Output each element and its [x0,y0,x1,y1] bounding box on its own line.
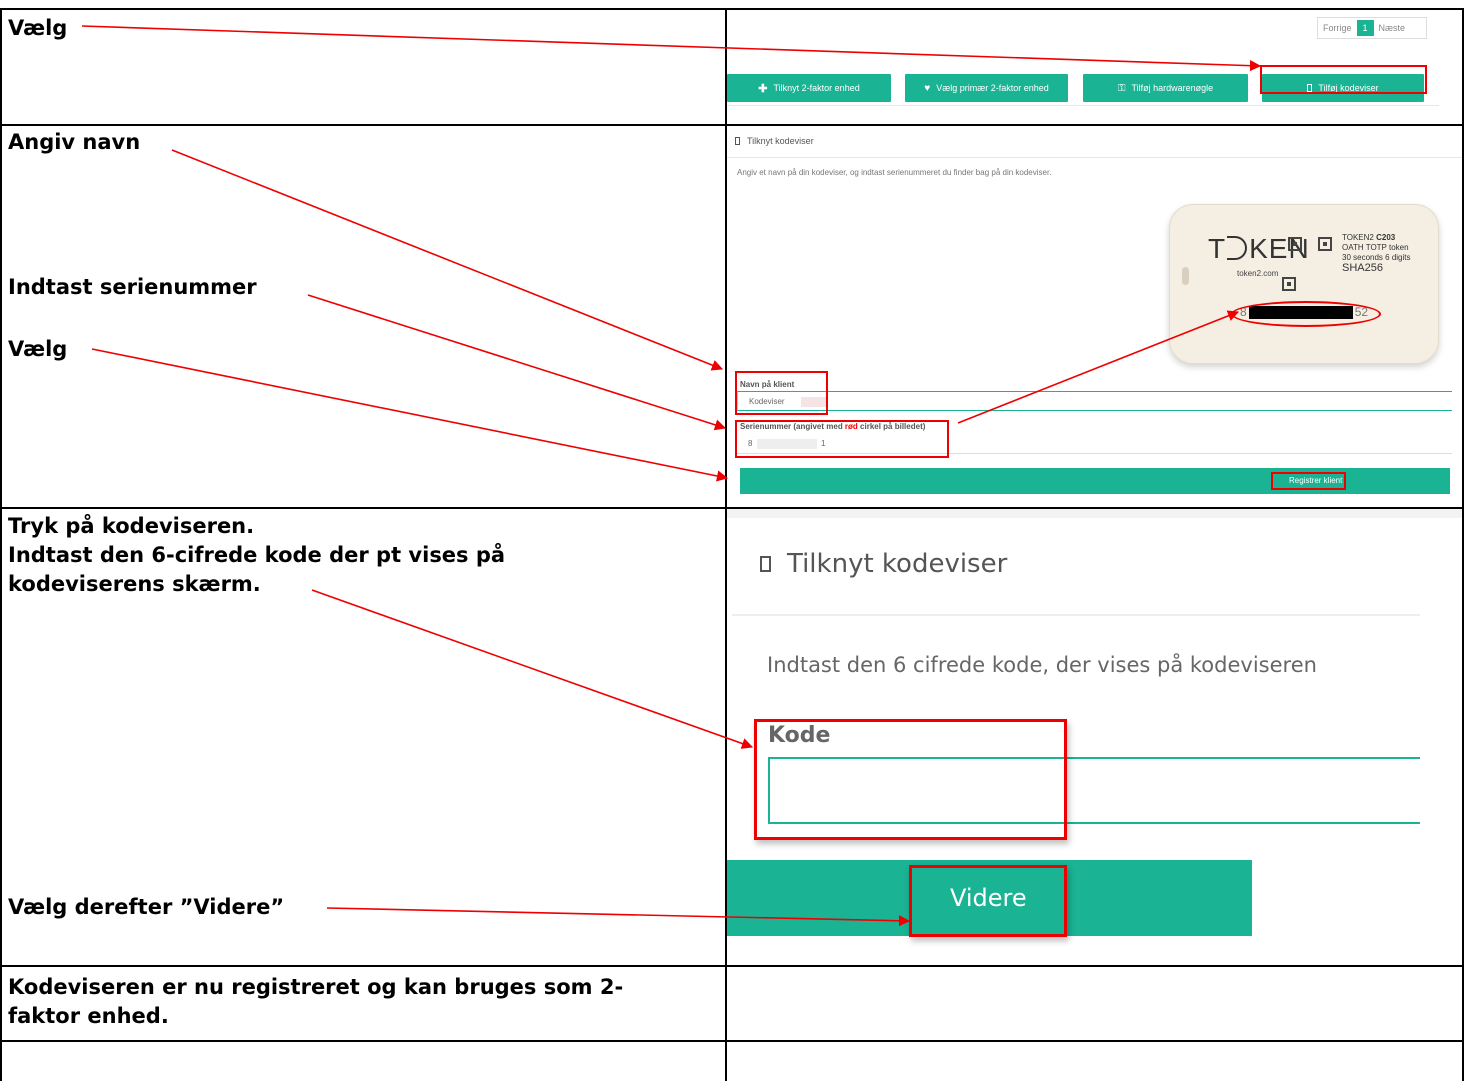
instruction-step4-done: Kodeviseren er nu registreret og kan bru… [8,975,624,999]
table-border-right [1462,8,1464,1081]
step1-screenshot: Forrige 1 Næste ✚ Tilknyt 2-faktor enhed… [727,10,1462,124]
highlight-add-token-button [1260,65,1427,94]
highlight-name-field [735,371,828,415]
arrow-serial-to-serial-field [307,294,727,431]
token-button-1 [1288,237,1302,251]
header-divider [727,157,1462,158]
step3-screenshot: Tilknyt kodeviser Indtast den 6 cifrede … [727,509,1462,965]
token-device-image: T KEN token2.com TOKEN2 C203 OATH TOTP to… [1169,204,1439,364]
step3-instruction: Indtast den 6 cifrede kode, der vises på… [767,653,1317,677]
highlight-register-button [1271,472,1346,490]
instruction-step2-serial: Indtast serienummer [8,275,257,299]
row-divider [0,965,1464,967]
key-icon: ⚿ [1117,82,1126,94]
pagination-prev[interactable]: Forrige [1318,23,1357,33]
plus-icon: ✚ [758,82,768,95]
instruction-step4-done-cont: faktor enhed. [8,1004,169,1028]
table-border-left [0,8,2,1081]
step2-description: Angiv et navn på din kodeviser, og indta… [737,168,1052,177]
step3-top-fade [727,509,1462,518]
token-clip-slot [1182,267,1189,285]
device-icon [760,556,771,572]
add-hardware-key-button[interactable]: ⚿ Tilføj hardwarenøgle [1083,74,1248,102]
step2-header: Tilknyt kodeviser [735,136,814,146]
instruction-step3-continue: Vælg derefter ”Videre” [8,895,285,919]
highlight-continue-button [909,865,1067,937]
pagination-next[interactable]: Næste [1374,23,1411,33]
instruction-step1-choose: Vælg [8,16,68,40]
token-button-3 [1282,277,1296,291]
arrow-choose-to-register-button [91,348,729,482]
arrow-code-to-code-field [311,589,754,749]
panel-divider [727,105,1439,106]
pagination-current-page[interactable]: 1 [1356,20,1374,36]
highlight-code-field [754,719,1067,840]
device-icon [735,137,740,145]
instruction-step3-enter-code-cont: kodeviserens skærm. [8,572,261,596]
token-button-2 [1318,237,1332,251]
pagination: Forrige 1 Næste [1317,17,1427,39]
token-specs: TOKEN2 C203 OATH TOTP token 30 seconds 6… [1342,233,1411,274]
instruction-step2-choose: Vælg [8,337,68,361]
arrow-name-to-name-field [171,149,724,371]
step3-header: Tilknyt kodeviser [760,549,1007,579]
token-site: token2.com [1237,269,1279,278]
row-divider [0,1040,1464,1042]
step2-screenshot: Tilknyt kodeviser Angiv et navn på din k… [727,126,1462,507]
instruction-step3-press: Tryk på kodeviseren. [8,514,255,538]
add-2fa-device-button[interactable]: ✚ Tilknyt 2-faktor enhed [727,74,891,102]
heart-icon: ♥ [924,82,931,94]
name-input[interactable]: Kodeviser [737,391,1452,411]
instruction-step3-enter-code: Indtast den 6-cifrede kode der pt vises … [8,543,506,567]
header-divider [732,614,1420,616]
choose-primary-2fa-button[interactable]: ♥ Vælg primær 2-faktor enhed [905,74,1068,102]
serial-number-red-circle [1231,301,1381,327]
instruction-step2-name: Angiv navn [8,130,141,154]
highlight-serial-field [735,420,949,458]
